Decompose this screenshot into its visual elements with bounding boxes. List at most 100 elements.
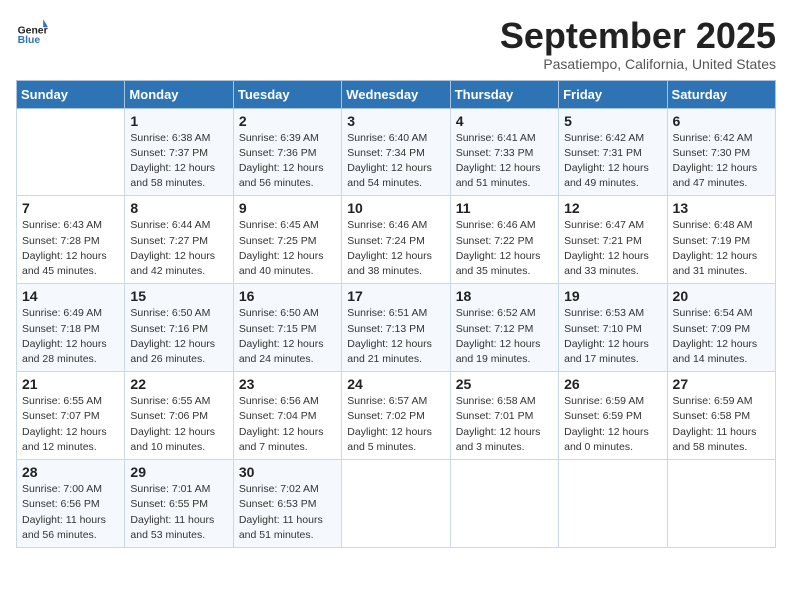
day-number: 20 [673, 288, 770, 304]
day-info: Sunrise: 6:59 AM Sunset: 6:59 PM Dayligh… [564, 394, 661, 455]
day-number: 27 [673, 376, 770, 392]
day-info: Sunrise: 6:46 AM Sunset: 7:22 PM Dayligh… [456, 218, 553, 279]
day-number: 22 [130, 376, 227, 392]
day-info: Sunrise: 6:39 AM Sunset: 7:36 PM Dayligh… [239, 131, 336, 192]
day-number: 25 [456, 376, 553, 392]
day-info: Sunrise: 6:46 AM Sunset: 7:24 PM Dayligh… [347, 218, 444, 279]
day-cell: 16 Sunrise: 6:50 AM Sunset: 7:15 PM Dayli… [233, 284, 341, 372]
day-cell: 13Sunrise: 6:48 AM Sunset: 7:19 PM Dayli… [667, 196, 775, 284]
day-info: Sunrise: 7:00 AM Sunset: 6:56 PM Dayligh… [22, 482, 119, 543]
logo-icon: General Blue [16, 16, 48, 48]
calendar-title: September 2025 [500, 16, 776, 56]
day-number: 10 [347, 200, 444, 216]
day-info: Sunrise: 6:42 AM Sunset: 7:30 PM Dayligh… [673, 131, 770, 192]
day-number: 19 [564, 288, 661, 304]
day-info: Sunrise: 6:56 AM Sunset: 7:04 PM Dayligh… [239, 394, 336, 455]
day-cell: 24 Sunrise: 6:57 AM Sunset: 7:02 PM Dayli… [342, 372, 450, 460]
day-number: 18 [456, 288, 553, 304]
day-info: Sunrise: 6:53 AM Sunset: 7:10 PM Dayligh… [564, 306, 661, 367]
day-info: Sunrise: 6:38 AM Sunset: 7:37 PM Dayligh… [130, 131, 227, 192]
day-info: Sunrise: 6:43 AM Sunset: 7:28 PM Dayligh… [22, 218, 119, 279]
title-block: September 2025 Pasatiempo, California, U… [500, 16, 776, 72]
calendar-subtitle: Pasatiempo, California, United States [500, 56, 776, 72]
day-cell: 2 Sunrise: 6:39 AM Sunset: 7:36 PM Daylig… [233, 108, 341, 196]
day-info: Sunrise: 6:41 AM Sunset: 7:33 PM Dayligh… [456, 131, 553, 192]
day-info: Sunrise: 6:59 AM Sunset: 6:58 PM Dayligh… [673, 394, 770, 455]
day-info: Sunrise: 6:45 AM Sunset: 7:25 PM Dayligh… [239, 218, 336, 279]
day-cell: 23 Sunrise: 6:56 AM Sunset: 7:04 PM Dayli… [233, 372, 341, 460]
day-info: Sunrise: 6:57 AM Sunset: 7:02 PM Dayligh… [347, 394, 444, 455]
day-info: Sunrise: 6:40 AM Sunset: 7:34 PM Dayligh… [347, 131, 444, 192]
header-cell-sunday: Sunday [17, 80, 125, 108]
day-number: 21 [22, 376, 119, 392]
day-info: Sunrise: 6:47 AM Sunset: 7:21 PM Dayligh… [564, 218, 661, 279]
day-number: 3 [347, 113, 444, 129]
day-info: Sunrise: 6:49 AM Sunset: 7:18 PM Dayligh… [22, 306, 119, 367]
day-cell: 6Sunrise: 6:42 AM Sunset: 7:30 PM Daylig… [667, 108, 775, 196]
day-cell: 1 Sunrise: 6:38 AM Sunset: 7:37 PM Daylig… [125, 108, 233, 196]
calendar-table: SundayMondayTuesdayWednesdayThursdayFrid… [16, 80, 776, 548]
week-row-4: 21 Sunrise: 6:55 AM Sunset: 7:07 PM Dayli… [17, 372, 776, 460]
week-row-3: 14 Sunrise: 6:49 AM Sunset: 7:18 PM Dayli… [17, 284, 776, 372]
day-cell: 18 Sunrise: 6:52 AM Sunset: 7:12 PM Dayli… [450, 284, 558, 372]
day-info: Sunrise: 6:50 AM Sunset: 7:15 PM Dayligh… [239, 306, 336, 367]
day-cell: 21 Sunrise: 6:55 AM Sunset: 7:07 PM Dayli… [17, 372, 125, 460]
day-info: Sunrise: 7:02 AM Sunset: 6:53 PM Dayligh… [239, 482, 336, 543]
day-number: 29 [130, 464, 227, 480]
day-info: Sunrise: 6:48 AM Sunset: 7:19 PM Dayligh… [673, 218, 770, 279]
day-number: 9 [239, 200, 336, 216]
day-info: Sunrise: 7:01 AM Sunset: 6:55 PM Dayligh… [130, 482, 227, 543]
day-info: Sunrise: 6:52 AM Sunset: 7:12 PM Dayligh… [456, 306, 553, 367]
day-info: Sunrise: 6:50 AM Sunset: 7:16 PM Dayligh… [130, 306, 227, 367]
logo: General Blue [16, 16, 48, 48]
day-number: 2 [239, 113, 336, 129]
day-cell: 15 Sunrise: 6:50 AM Sunset: 7:16 PM Dayli… [125, 284, 233, 372]
day-number: 30 [239, 464, 336, 480]
day-cell: 30 Sunrise: 7:02 AM Sunset: 6:53 PM Dayli… [233, 460, 341, 548]
day-number: 11 [456, 200, 553, 216]
day-cell [559, 460, 667, 548]
day-number: 4 [456, 113, 553, 129]
day-info: Sunrise: 6:58 AM Sunset: 7:01 PM Dayligh… [456, 394, 553, 455]
day-cell: 20Sunrise: 6:54 AM Sunset: 7:09 PM Dayli… [667, 284, 775, 372]
header-cell-wednesday: Wednesday [342, 80, 450, 108]
day-cell: 5Sunrise: 6:42 AM Sunset: 7:31 PM Daylig… [559, 108, 667, 196]
day-cell: 9 Sunrise: 6:45 AM Sunset: 7:25 PM Daylig… [233, 196, 341, 284]
day-cell: 14 Sunrise: 6:49 AM Sunset: 7:18 PM Dayli… [17, 284, 125, 372]
week-row-5: 28Sunrise: 7:00 AM Sunset: 6:56 PM Dayli… [17, 460, 776, 548]
header-cell-tuesday: Tuesday [233, 80, 341, 108]
day-number: 23 [239, 376, 336, 392]
day-number: 14 [22, 288, 119, 304]
day-cell [450, 460, 558, 548]
header-cell-friday: Friday [559, 80, 667, 108]
day-number: 5 [564, 113, 661, 129]
day-cell: 8 Sunrise: 6:44 AM Sunset: 7:27 PM Daylig… [125, 196, 233, 284]
day-cell: 7 Sunrise: 6:43 AM Sunset: 7:28 PM Daylig… [17, 196, 125, 284]
day-cell [342, 460, 450, 548]
day-number: 8 [130, 200, 227, 216]
page-header: General Blue September 2025 Pasatiempo, … [16, 16, 776, 72]
day-number: 15 [130, 288, 227, 304]
day-cell: 4 Sunrise: 6:41 AM Sunset: 7:33 PM Daylig… [450, 108, 558, 196]
day-cell: 10 Sunrise: 6:46 AM Sunset: 7:24 PM Dayli… [342, 196, 450, 284]
day-number: 7 [22, 200, 119, 216]
calendar-body: 1 Sunrise: 6:38 AM Sunset: 7:37 PM Daylig… [17, 108, 776, 547]
day-number: 24 [347, 376, 444, 392]
day-cell: 19 Sunrise: 6:53 AM Sunset: 7:10 PM Dayli… [559, 284, 667, 372]
header-cell-saturday: Saturday [667, 80, 775, 108]
day-info: Sunrise: 6:44 AM Sunset: 7:27 PM Dayligh… [130, 218, 227, 279]
day-cell: 27 Sunrise: 6:59 AM Sunset: 6:58 PM Dayli… [667, 372, 775, 460]
day-cell: 26Sunrise: 6:59 AM Sunset: 6:59 PM Dayli… [559, 372, 667, 460]
header-cell-monday: Monday [125, 80, 233, 108]
day-cell: 22 Sunrise: 6:55 AM Sunset: 7:06 PM Dayli… [125, 372, 233, 460]
day-info: Sunrise: 6:55 AM Sunset: 7:06 PM Dayligh… [130, 394, 227, 455]
day-number: 1 [130, 113, 227, 129]
day-number: 16 [239, 288, 336, 304]
day-cell: 25 Sunrise: 6:58 AM Sunset: 7:01 PM Dayli… [450, 372, 558, 460]
day-cell: 17Sunrise: 6:51 AM Sunset: 7:13 PM Dayli… [342, 284, 450, 372]
day-info: Sunrise: 6:55 AM Sunset: 7:07 PM Dayligh… [22, 394, 119, 455]
week-row-2: 7 Sunrise: 6:43 AM Sunset: 7:28 PM Daylig… [17, 196, 776, 284]
week-row-1: 1 Sunrise: 6:38 AM Sunset: 7:37 PM Daylig… [17, 108, 776, 196]
day-cell [667, 460, 775, 548]
header-row: SundayMondayTuesdayWednesdayThursdayFrid… [17, 80, 776, 108]
